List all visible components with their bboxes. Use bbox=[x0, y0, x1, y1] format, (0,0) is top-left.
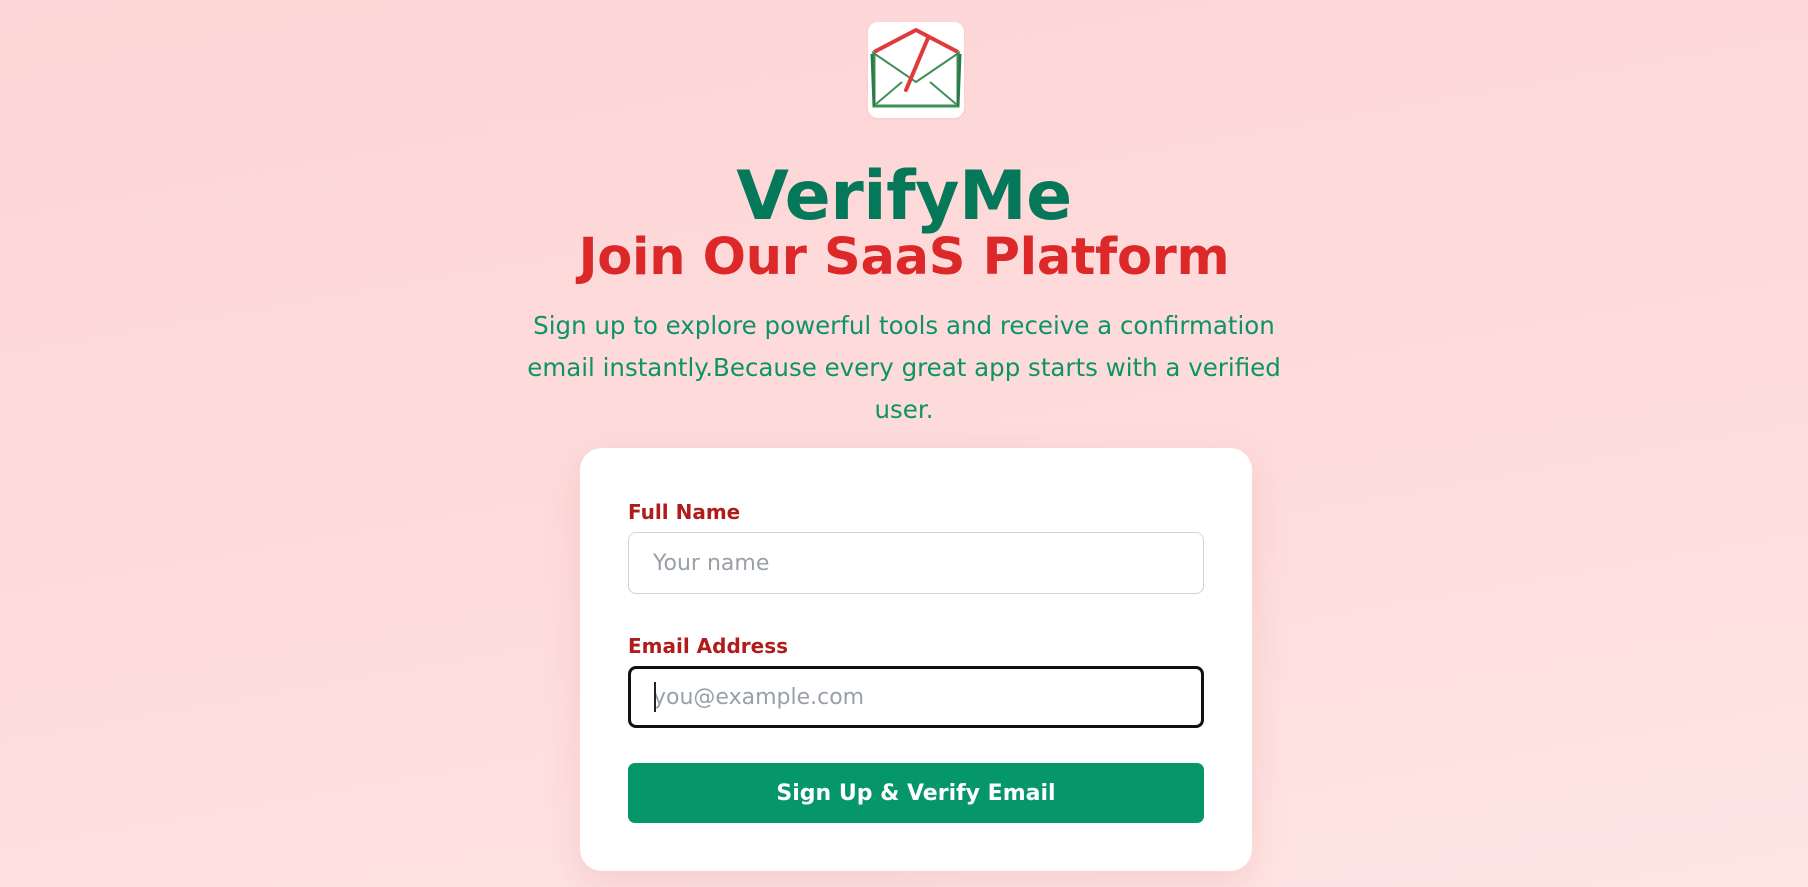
email-label: Email Address bbox=[628, 634, 789, 658]
page-headline: Join Our SaaS Platform bbox=[578, 228, 1230, 287]
signup-card: Full Name Email Address Sign Up & Verify… bbox=[580, 448, 1252, 871]
signup-verify-button[interactable]: Sign Up & Verify Email bbox=[628, 763, 1204, 823]
app-logo bbox=[868, 22, 964, 118]
full-name-input[interactable] bbox=[628, 532, 1204, 594]
page-subtitle: Sign up to explore powerful tools and re… bbox=[527, 311, 1281, 424]
envelope-check-icon bbox=[870, 28, 962, 108]
brand-title: VerifyMe bbox=[736, 157, 1072, 236]
email-input[interactable] bbox=[628, 666, 1204, 728]
text-caret bbox=[654, 682, 656, 712]
full-name-label: Full Name bbox=[628, 500, 741, 524]
